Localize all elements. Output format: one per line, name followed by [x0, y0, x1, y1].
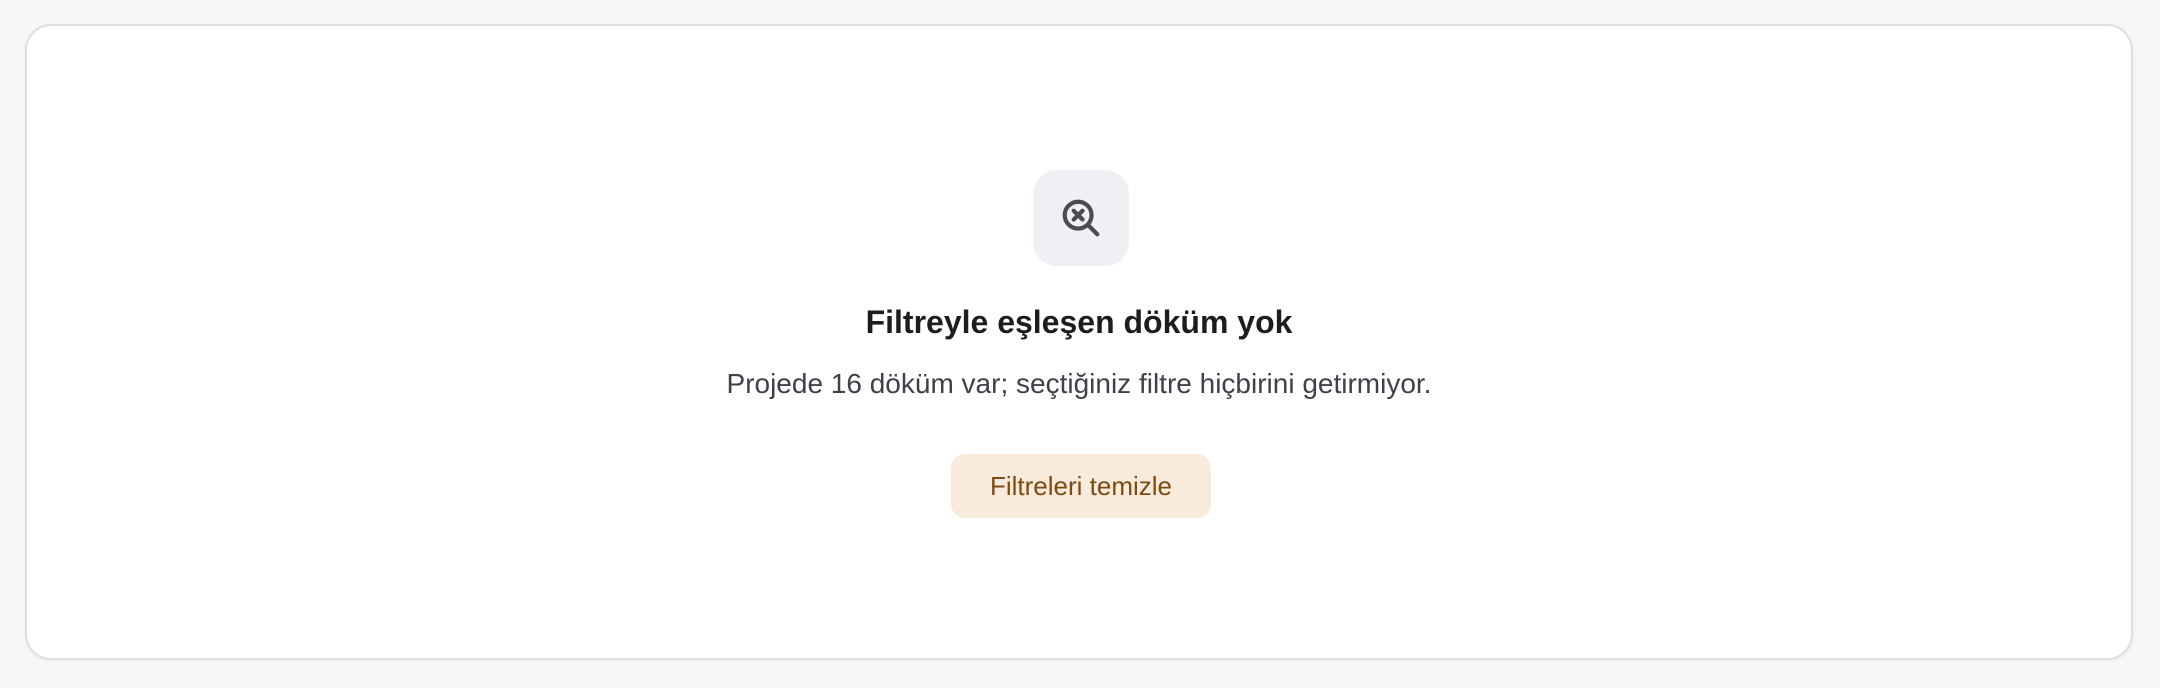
- search-x-icon: [1062, 199, 1100, 237]
- icon-badge: [1033, 170, 1129, 266]
- clear-filters-button[interactable]: Filtreleri temizle: [951, 454, 1211, 518]
- empty-state-card: Filtreyle eşleşen döküm yok Projede 16 d…: [25, 24, 2133, 660]
- empty-state-description: Projede 16 döküm var; seçtiğiniz filtre …: [726, 368, 1432, 399]
- empty-state-title: Filtreyle eşleşen döküm yok: [865, 304, 1293, 340]
